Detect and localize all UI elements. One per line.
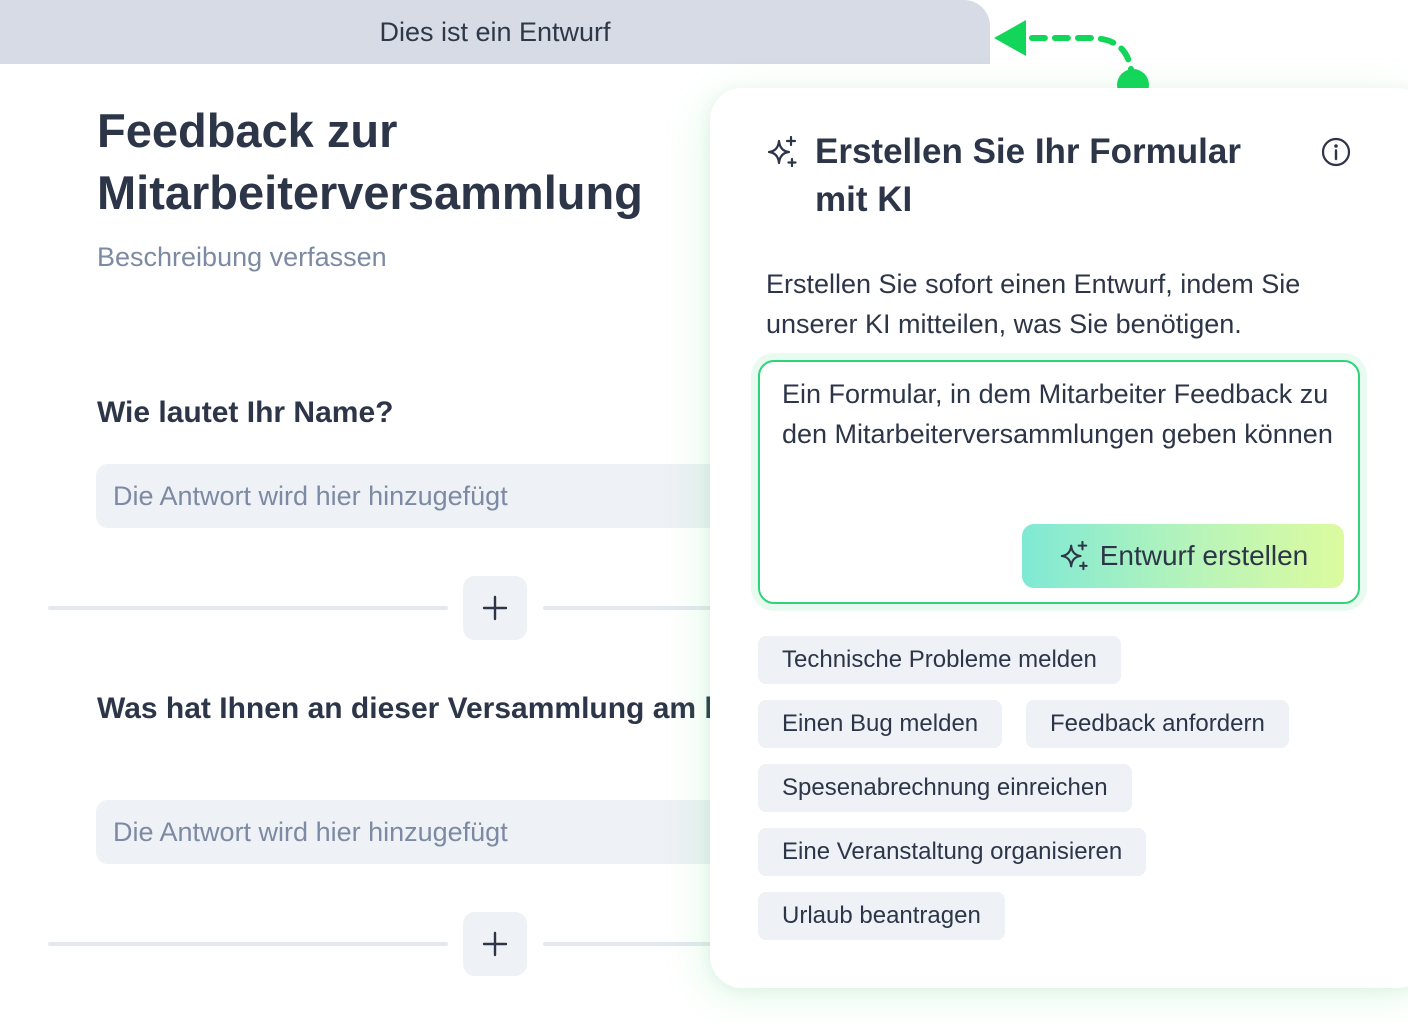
suggestion-chip[interactable]: Technische Probleme melden bbox=[758, 636, 1121, 684]
divider bbox=[48, 606, 448, 610]
suggestion-chip[interactable]: Spesenabrechnung einreichen bbox=[758, 764, 1132, 812]
suggestion-chip[interactable]: Feedback anfordern bbox=[1026, 700, 1289, 748]
sparkle-icon bbox=[1060, 540, 1088, 571]
add-question-button[interactable] bbox=[463, 912, 527, 976]
draft-banner: Dies ist ein Entwurf bbox=[0, 0, 990, 64]
sparkle-icon bbox=[767, 135, 797, 168]
answer-field: Die Antwort wird hier hinzugefügt bbox=[96, 800, 796, 864]
plus-icon bbox=[482, 931, 508, 957]
info-icon[interactable] bbox=[1320, 136, 1352, 168]
divider bbox=[48, 942, 448, 946]
form-title[interactable]: Feedback zur Mitarbeiterversammlung bbox=[97, 100, 737, 224]
answer-field: Die Antwort wird hier hinzugefügt bbox=[96, 464, 796, 528]
question-label[interactable]: Was hat Ihnen an dieser Versammlung am b… bbox=[97, 689, 941, 729]
ai-form-panel: Erstellen Sie Ihr Formular mit KI Erstel… bbox=[710, 88, 1408, 988]
ai-panel-title: Erstellen Sie Ihr Formular mit KI bbox=[815, 132, 1241, 219]
form-description-input[interactable]: Beschreibung verfassen bbox=[97, 242, 387, 273]
question-label[interactable]: Wie lautet Ihr Name? bbox=[97, 393, 777, 433]
create-draft-button[interactable]: Entwurf erstellen bbox=[1022, 524, 1344, 588]
suggestion-chip[interactable]: Urlaub beantragen bbox=[758, 892, 1005, 940]
suggestion-chip[interactable]: Einen Bug melden bbox=[758, 700, 1003, 748]
create-draft-label: Entwurf erstellen bbox=[1099, 540, 1309, 571]
prompt-input[interactable]: Ein Formular, in dem Mitarbeiter Feedbac… bbox=[758, 360, 1360, 604]
add-question-button[interactable] bbox=[463, 576, 527, 640]
ai-panel-description: Erstellen Sie sofort einen Entwurf, inde… bbox=[766, 269, 1301, 339]
stage: Dies ist ein Entwurf Feedback zur Mitarb… bbox=[0, 0, 1408, 1024]
prompt-text[interactable]: Ein Formular, in dem Mitarbeiter Feedbac… bbox=[782, 374, 1352, 454]
suggestion-chip[interactable]: Eine Veranstaltung organisieren bbox=[758, 828, 1147, 876]
plus-icon bbox=[482, 595, 508, 621]
